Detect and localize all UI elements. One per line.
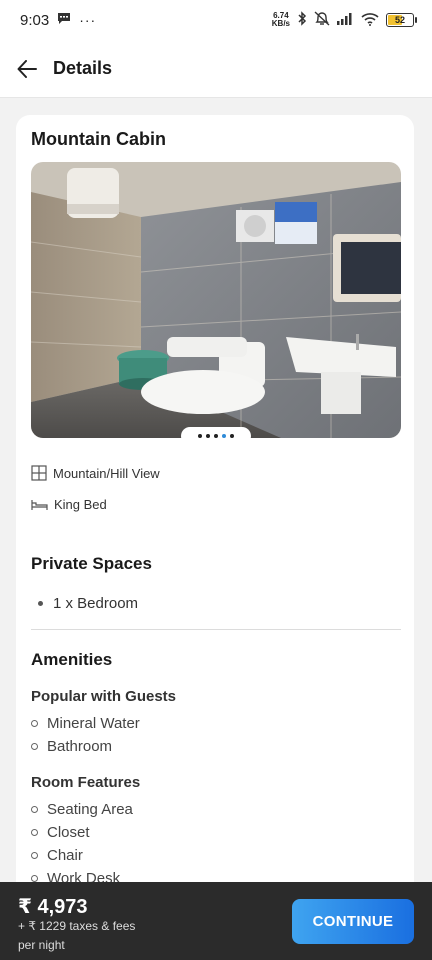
back-button[interactable] <box>14 56 40 82</box>
circle-bullet-icon <box>31 720 38 727</box>
arrow-left-icon <box>17 59 37 78</box>
network-speed-unit: KB/s <box>271 19 290 28</box>
app-header: Details <box>0 40 432 98</box>
circle-bullet-icon <box>31 852 38 859</box>
private-spaces-heading: Private Spaces <box>31 554 152 573</box>
pagination-dot[interactable] <box>230 434 234 438</box>
amenity-item: Chair <box>31 847 83 864</box>
continue-button[interactable]: CONTINUE <box>292 899 414 944</box>
battery-icon: 52 <box>386 13 417 27</box>
feature-bed-label: King Bed <box>54 497 107 512</box>
pagination-dot[interactable] <box>222 434 226 438</box>
amenity-label: Bathroom <box>47 738 113 755</box>
private-space-label: 1 x Bedroom <box>53 595 139 612</box>
private-space-item: 1 x Bedroom <box>38 595 138 612</box>
room-title: Mountain Cabin <box>31 129 166 149</box>
status-time: 9:03 <box>20 11 50 29</box>
amenity-item: Mineral Water <box>31 715 140 732</box>
amenity-item: Closet <box>31 824 90 841</box>
mute-icon <box>314 11 330 29</box>
section-divider <box>31 629 401 630</box>
pagination-dot[interactable] <box>206 434 210 438</box>
network-speed: 6.74 KB/s <box>272 12 290 28</box>
bluetooth-icon <box>297 11 307 29</box>
amenities-heading: Amenities <box>31 650 113 669</box>
more-notifications-icon: ··· <box>79 12 97 28</box>
per-night-label: per night <box>18 938 65 952</box>
price: ₹ 4,973 <box>18 896 88 918</box>
pagination-dot[interactable] <box>198 434 202 438</box>
amenity-label: Chair <box>47 847 83 864</box>
amenity-group-title: Popular with Guests <box>31 688 177 705</box>
amenity-label: Closet <box>47 824 90 841</box>
window-icon <box>31 465 47 481</box>
wifi-icon <box>361 12 379 29</box>
feature-view-label: Mountain/Hill View <box>53 465 160 481</box>
photo-pagination <box>181 427 251 445</box>
room-photo[interactable] <box>31 162 401 438</box>
amenity-label: Mineral Water <box>47 715 140 732</box>
feature-view: Mountain/Hill View <box>31 465 160 481</box>
amenity-item: Seating Area <box>31 801 133 818</box>
bullet-icon <box>38 601 43 606</box>
circle-bullet-icon <box>31 829 38 836</box>
amenity-item: Bathroom <box>31 738 112 755</box>
message-icon <box>57 12 71 29</box>
circle-bullet-icon <box>31 875 38 882</box>
amenity-label: Seating Area <box>47 801 133 818</box>
room-details-card: Mountain Cabin Mountain/Hill View King B… <box>16 115 414 915</box>
taxes-and-fees: + ₹ 1229 taxes & fees <box>18 919 136 933</box>
bed-icon <box>31 499 48 510</box>
signal-icon <box>337 12 354 28</box>
feature-bed: King Bed <box>31 497 107 512</box>
circle-bullet-icon <box>31 806 38 813</box>
page-title: Details <box>53 58 113 78</box>
battery-level: 52 <box>394 15 405 25</box>
pagination-dot[interactable] <box>214 434 218 438</box>
amenity-group-title: Room Features <box>31 774 141 791</box>
booking-bar: ₹ 4,973 + ₹ 1229 taxes & fees per night … <box>0 882 432 960</box>
circle-bullet-icon <box>31 743 38 750</box>
status-bar: 9:03 ··· 6.74 KB/s 52 <box>0 0 432 40</box>
